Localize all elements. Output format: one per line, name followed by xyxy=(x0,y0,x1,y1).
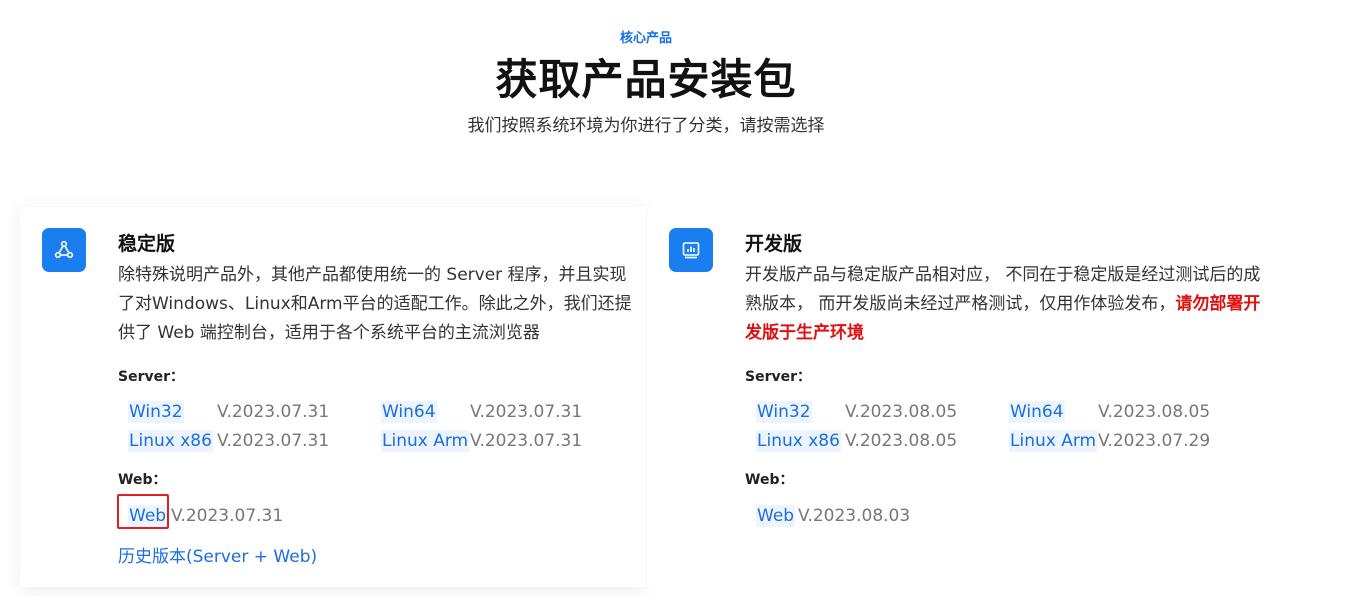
version-text: V.2023.08.05 xyxy=(845,431,958,451)
download-win32-link[interactable]: Win32 xyxy=(756,401,812,423)
dev-title: 开发版 xyxy=(745,233,803,255)
version-text: V.2023.07.31 xyxy=(217,402,330,422)
version-text: V.2023.07.31 xyxy=(470,402,583,422)
download-linux-x86-link[interactable]: Linux x86 xyxy=(128,430,213,452)
page-title: 获取产品安装包 xyxy=(495,55,797,104)
dev-card: 开发版 开发版产品与稳定版产品相对应， 不同在于稳定版是经过测试后的成熟版本， … xyxy=(647,207,1307,587)
stable-card: 稳定版 除特殊说明产品外，其他产品都使用统一的 Server 程序，并且实现了对… xyxy=(20,207,646,587)
share-nodes-icon xyxy=(42,228,86,272)
dev-description: 开发版产品与稳定版产品相对应， 不同在于稳定版是经过测试后的成熟版本， 而开发版… xyxy=(745,261,1265,348)
version-text: V.2023.08.05 xyxy=(845,402,958,422)
web-label: Web： xyxy=(745,472,794,488)
download-win64-link[interactable]: Win64 xyxy=(381,401,437,423)
download-web-link[interactable]: Web xyxy=(756,505,796,527)
version-text: V.2023.08.05 xyxy=(1098,402,1211,422)
download-linux-arm-link[interactable]: Linux Arm xyxy=(381,430,470,452)
stable-description: 除特殊说明产品外，其他产品都使用统一的 Server 程序，并且实现了对Wind… xyxy=(118,265,632,343)
version-text: V.2023.07.31 xyxy=(171,506,284,526)
server-label: Server： xyxy=(118,369,185,385)
web-label: Web： xyxy=(118,472,167,488)
version-text: V.2023.07.29 xyxy=(1098,431,1211,451)
history-versions-link[interactable]: 历史版本(Server + Web) xyxy=(118,542,317,567)
version-text: V.2023.07.31 xyxy=(217,431,330,451)
bar-chart-icon xyxy=(669,228,713,272)
download-web-link[interactable]: Web xyxy=(128,505,168,527)
version-text: V.2023.07.31 xyxy=(470,431,583,451)
download-win32-link[interactable]: Win32 xyxy=(128,401,184,423)
eyebrow-label: 核心产品 xyxy=(619,31,672,46)
server-label: Server： xyxy=(745,369,812,385)
download-linux-x86-link[interactable]: Linux x86 xyxy=(756,430,841,452)
page-subtitle: 我们按照系统环境为你进行了分类，请按需选择 xyxy=(467,116,825,136)
download-win64-link[interactable]: Win64 xyxy=(1009,401,1065,423)
version-text: V.2023.08.03 xyxy=(798,506,911,526)
stable-title: 稳定版 xyxy=(118,233,176,255)
download-linux-arm-link[interactable]: Linux Arm xyxy=(1009,430,1098,452)
